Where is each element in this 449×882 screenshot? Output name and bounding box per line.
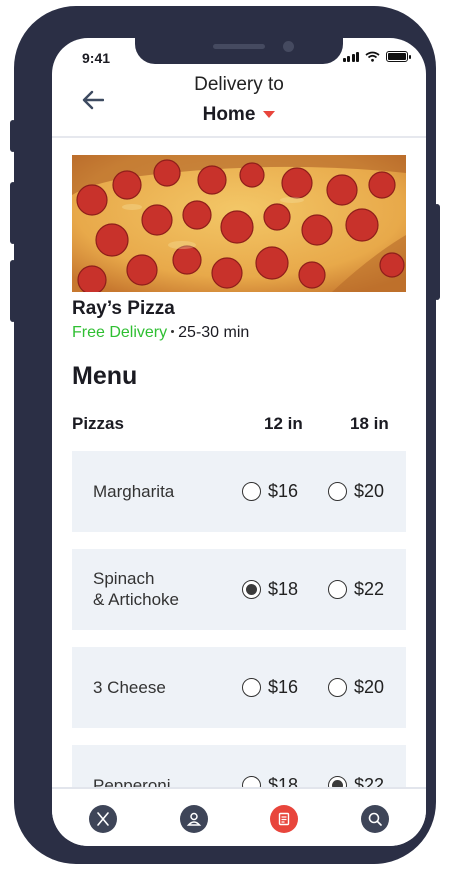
price-label: $20 <box>354 677 385 697</box>
caret-down-icon <box>263 111 276 119</box>
separator-dot <box>171 329 175 333</box>
item-name-line2: & Artichoke <box>93 590 179 609</box>
user-icon <box>186 812 202 826</box>
delivery-label: Delivery to <box>194 74 284 95</box>
search-icon <box>368 812 382 826</box>
radio-button-selected[interactable] <box>242 580 261 599</box>
item-name-line1: Spinach <box>93 569 155 588</box>
menu-item-margharita: Margharita $16 $20 <box>72 451 406 532</box>
status-time: 9:41 <box>82 50 111 66</box>
tab-restaurants[interactable] <box>89 805 117 833</box>
signal-icon <box>342 51 359 62</box>
free-delivery-label: Free Delivery <box>72 324 168 341</box>
restaurant-meta: Free Delivery 25-30 min <box>72 324 249 342</box>
location-label: Home <box>202 104 256 125</box>
wifi-icon <box>365 51 380 62</box>
menu-item-3-cheese: 3 Cheese $16 $20 <box>72 647 406 728</box>
menu-item-spinach-artichoke: Spinach & Artichoke $18 $22 <box>72 549 406 630</box>
receipt-icon <box>278 812 290 826</box>
battery-icon <box>386 51 411 62</box>
tab-orders[interactable] <box>270 805 298 833</box>
item-name: Spinach & Artichoke <box>93 568 179 610</box>
price-label: $22 <box>354 579 385 599</box>
item-name: Margharita <box>93 482 175 501</box>
item-name: 3 Cheese <box>93 678 166 697</box>
option-small[interactable]: $18 <box>242 549 298 630</box>
utensils-icon <box>97 812 109 826</box>
option-large[interactable]: $20 <box>328 451 384 532</box>
option-small[interactable]: $16 <box>242 647 298 728</box>
radio-button[interactable] <box>328 482 347 501</box>
tab-bar <box>52 787 426 846</box>
camera <box>283 41 294 52</box>
restaurant-name: Ray’s Pizza <box>72 298 175 319</box>
delivery-time: 25-30 min <box>178 324 250 341</box>
option-small[interactable]: $16 <box>242 451 298 532</box>
speaker <box>213 44 265 49</box>
price-label: $16 <box>268 481 299 501</box>
radio-button[interactable] <box>242 678 261 697</box>
radio-button[interactable] <box>242 482 261 501</box>
tab-profile[interactable] <box>180 805 208 833</box>
price-label: $18 <box>268 579 299 599</box>
size-header-large: 18 in <box>350 414 389 433</box>
notch <box>135 38 343 64</box>
restaurant-image <box>72 155 406 292</box>
screen: 9:41 Delivery to Home Ray’s Pizza Free D… <box>52 38 426 846</box>
option-large[interactable]: $20 <box>328 647 384 728</box>
header: Delivery to Home <box>52 68 426 138</box>
category-header: Pizzas <box>72 414 124 433</box>
radio-button[interactable] <box>328 580 347 599</box>
size-header-small: 12 in <box>264 414 303 433</box>
option-large[interactable]: $22 <box>328 549 384 630</box>
tab-search[interactable] <box>361 805 389 833</box>
menu-title: Menu <box>72 362 138 390</box>
status-icons <box>342 51 411 62</box>
price-label: $16 <box>268 677 299 697</box>
radio-button[interactable] <box>328 678 347 697</box>
phone-frame: 9:41 Delivery to Home Ray’s Pizza Free D… <box>14 6 436 864</box>
location-selector[interactable]: Home <box>52 104 426 126</box>
price-label: $20 <box>354 481 385 501</box>
